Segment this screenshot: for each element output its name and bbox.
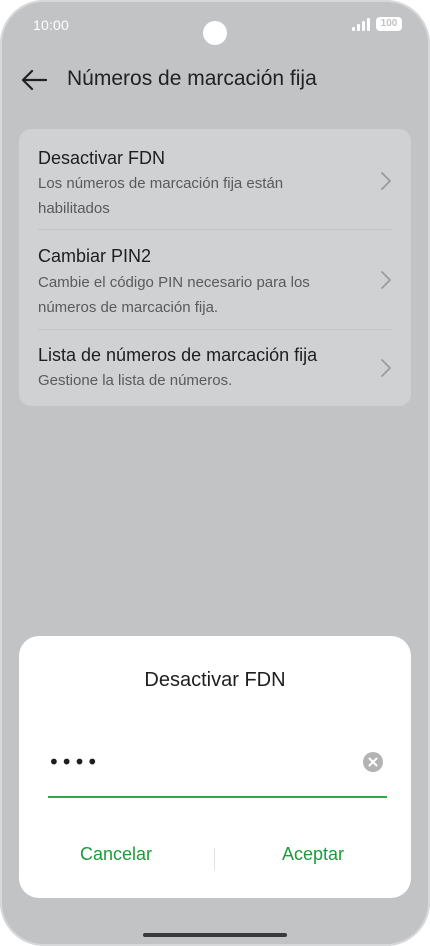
setting-item-title: Desactivar FDN [38,148,166,168]
status-bar: 10:00 100 [0,0,430,52]
back-button[interactable] [14,60,54,100]
cancel-button[interactable]: Cancelar [41,844,191,865]
arrow-left-icon [21,69,47,91]
setting-item-title: Lista de números de marcación fija [38,345,318,365]
battery-icon: 100 [376,17,402,31]
setting-item-title: Cambiar PIN2 [38,246,152,266]
phone-screen: 10:00 100 Números de marcación fija Desa… [0,0,430,946]
front-camera [203,21,227,45]
setting-item-fdn-list[interactable]: Lista de números de marcación fija Gesti… [19,330,411,406]
chevron-right-icon [381,359,391,377]
page-title: Números de marcación fija [67,67,317,90]
input-underline [48,796,387,798]
chevron-right-icon [381,172,391,190]
app-header: Números de marcación fija [0,56,430,104]
status-icons: 100 [352,17,402,31]
accept-button[interactable]: Aceptar [238,844,388,865]
setting-item-disable-fdn[interactable]: Desactivar FDN Los números de marcación … [19,129,411,229]
disable-fdn-dialog: Desactivar FDN Cancelar Aceptar [19,636,411,898]
clear-input-button[interactable] [363,752,383,772]
settings-card: Desactivar FDN Los números de marcación … [19,129,411,406]
signal-icon [352,17,370,31]
button-divider [214,848,215,870]
setting-item-description: Gestione la lista de números. [38,372,233,389]
setting-item-description: Los números de marcación fija están habi… [38,175,284,217]
setting-item-change-pin2[interactable]: Cambiar PIN2 Cambie el código PIN necesa… [19,230,411,329]
dialog-title: Desactivar FDN [144,669,286,691]
home-indicator[interactable] [143,933,287,937]
chevron-right-icon [381,271,391,289]
clear-icon [368,757,378,767]
pin2-input[interactable] [48,744,358,780]
setting-item-description: Cambie el código PIN necesario para los … [38,274,310,316]
status-time: 10:00 [33,17,70,33]
